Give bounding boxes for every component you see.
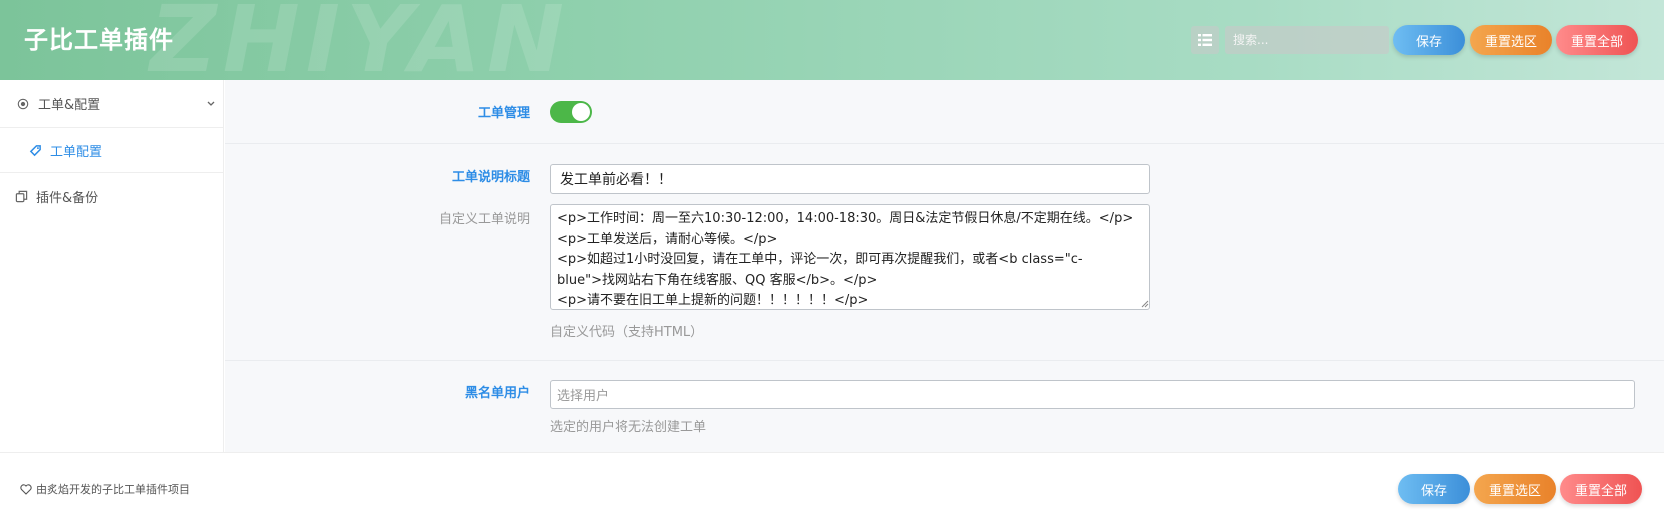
resize-handle-icon[interactable] (1140, 299, 1149, 308)
credit-text: 由炙焰开发的子比工单插件项目 (20, 481, 190, 497)
blacklist-hint: 选定的用户将无法创建工单 (550, 420, 707, 435)
header-save-button[interactable]: 保存 (1393, 25, 1465, 55)
ticket-management-label: 工单管理 (477, 106, 530, 121)
footer-bar: 由炙焰开发的子比工单插件项目 保存 重置选区 重置全部 (0, 452, 1664, 524)
header-reset-all-button[interactable]: 重置全部 (1556, 25, 1638, 55)
sidebar-item-ticket-config-group[interactable]: 工单&配置 (0, 80, 224, 127)
custom-desc-textarea[interactable]: <p>工作时间：周一至六10:30-12:00，14:00-18:30。周日&法… (550, 204, 1150, 310)
sidebar-item-ticket-config[interactable]: 工单配置 (0, 128, 224, 172)
textarea-line: <p>工作时间：周一至六10:30-12:00，14:00-18:30。周日&法… (557, 211, 1134, 226)
copy-icon (14, 189, 28, 203)
header-reset-selected-button[interactable]: 重置选区 (1470, 25, 1552, 55)
list-toggle-button[interactable] (1191, 26, 1219, 54)
target-icon (16, 97, 30, 111)
desc-title-input[interactable] (550, 164, 1150, 194)
toggle-knob (572, 103, 590, 121)
header-bar: ZHIYAN 子比工单插件 保存 重置选区 重置全部 (0, 0, 1664, 80)
textarea-line: <p>工单发送后，请耐心等候。</p> (557, 231, 778, 247)
textarea-line: blue">找网站右下角在线客服、QQ 客服</b>。</p> (557, 272, 878, 288)
ticket-management-toggle[interactable] (550, 101, 592, 123)
sidebar: 工单&配置 工单配置 插件&备份 (0, 80, 224, 452)
sidebar-item-label: 插件&备份 (36, 190, 99, 206)
footer-save-button[interactable]: 保存 (1398, 474, 1470, 504)
custom-desc-hint: 自定义代码（支持HTML） (550, 325, 704, 340)
tag-icon (28, 143, 42, 157)
select-placeholder: 选择用户 (557, 389, 610, 404)
page-title: 子比工单插件 (24, 26, 174, 54)
blacklist-label: 黑名单用户 (464, 386, 530, 401)
desc-title-label: 工单说明标题 (451, 170, 530, 185)
footer-reset-all-button[interactable]: 重置全部 (1560, 474, 1642, 504)
sidebar-item-plugin-backup[interactable]: 插件&备份 (0, 173, 224, 219)
header-watermark: ZHIYAN (150, 0, 570, 80)
sidebar-item-label: 工单配置 (50, 144, 103, 160)
textarea-line: <p>请不要在旧工单上提新的问题！！！！！！</p> (557, 293, 869, 308)
heart-icon (20, 483, 32, 495)
list-icon (1198, 34, 1212, 46)
blacklist-user-select[interactable]: 选择用户 (550, 380, 1635, 409)
footer-reset-selected-button[interactable]: 重置选区 (1474, 474, 1556, 504)
sidebar-item-label: 工单&配置 (38, 98, 101, 113)
search-input[interactable] (1225, 26, 1389, 54)
credit-label: 由炙焰开发的子比工单插件项目 (36, 483, 190, 496)
chevron-down-icon (207, 101, 215, 106)
custom-desc-label: 自定义工单说明 (438, 212, 530, 227)
textarea-line: <p>如超过1小时没回复，请在工单中，评论一次，即可再次提醒我们，或者<b cl… (557, 252, 1083, 267)
